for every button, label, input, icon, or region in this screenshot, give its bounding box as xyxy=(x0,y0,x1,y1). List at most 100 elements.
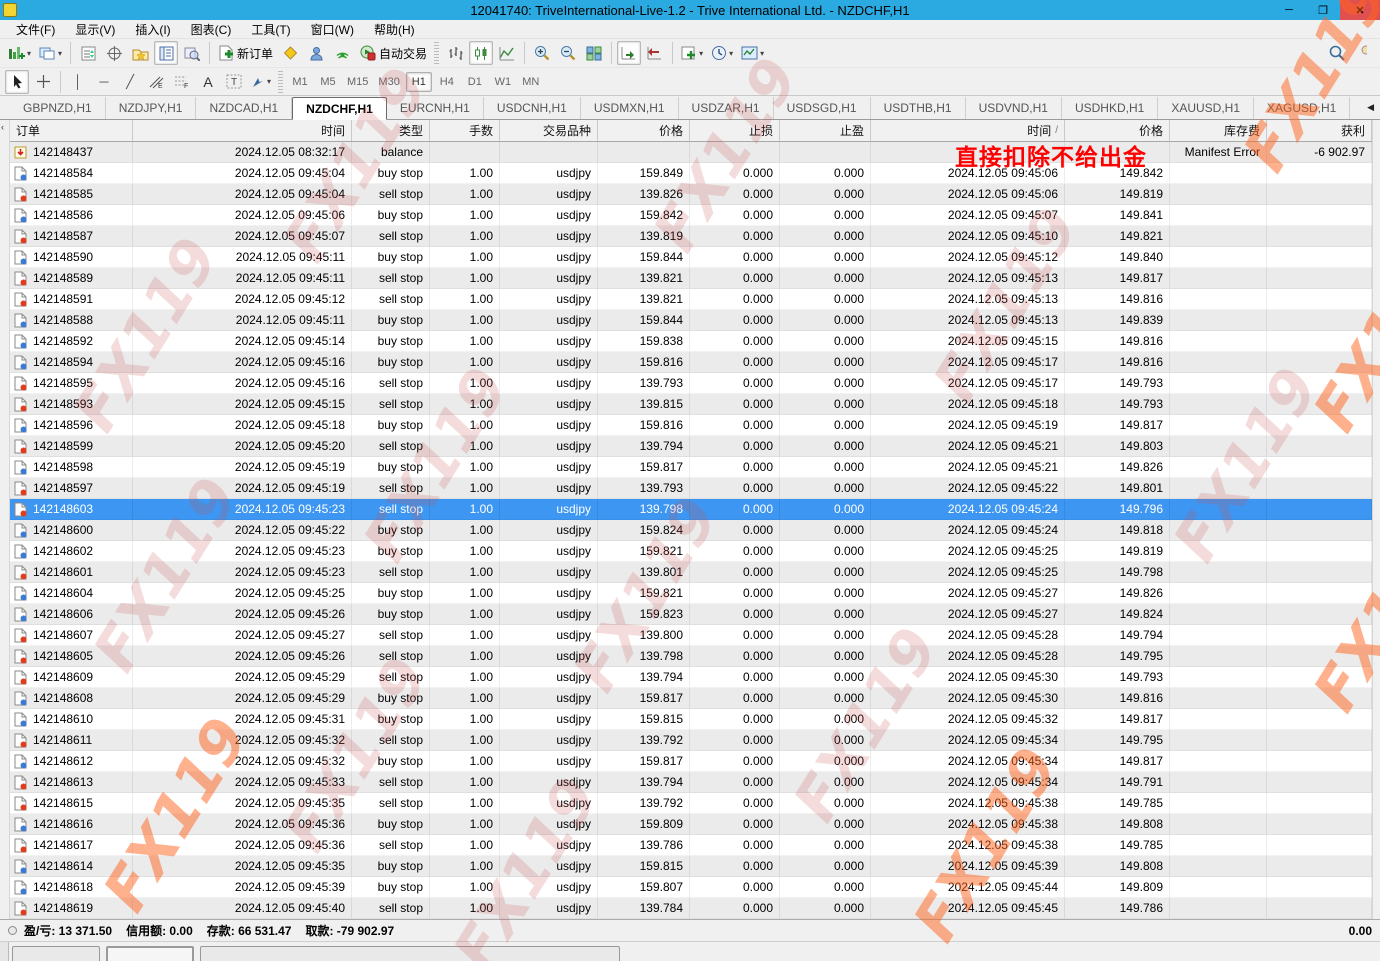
column-header-6[interactable]: 止损 xyxy=(690,120,780,141)
chart-tab-usdsgd-h1[interactable]: USDSGD,H1 xyxy=(774,97,871,119)
column-header-0[interactable]: 订单 xyxy=(10,120,133,141)
line-chart-button[interactable] xyxy=(495,41,519,65)
table-row[interactable]: 1421486052024.12.05 09:45:26sell stop1.0… xyxy=(10,646,1372,667)
menu-item[interactable]: 工具(T) xyxy=(241,19,300,40)
bottom-tab-group[interactable] xyxy=(200,946,620,961)
table-row[interactable]: 1421486152024.12.05 09:45:35sell stop1.0… xyxy=(10,793,1372,814)
table-row[interactable]: 1421485892024.12.05 09:45:11sell stop1.0… xyxy=(10,268,1372,289)
crosshair-button[interactable] xyxy=(31,70,55,94)
menu-item[interactable]: 插入(I) xyxy=(125,19,180,40)
tab-scroll-left-icon[interactable]: ◀ xyxy=(1367,102,1374,113)
table-row[interactable]: 1421486122024.12.05 09:45:32buy stop1.00… xyxy=(10,751,1372,772)
table-row[interactable]: 1421485942024.12.05 09:45:16buy stop1.00… xyxy=(10,352,1372,373)
column-header-11[interactable]: 获利 xyxy=(1267,120,1372,141)
column-header-2[interactable]: 类型 xyxy=(352,120,430,141)
equidistant-channel-button[interactable]: E xyxy=(144,70,168,94)
chart-tab-nzdcad-h1[interactable]: NZDCAD,H1 xyxy=(196,97,292,119)
table-row[interactable]: 1421485882024.12.05 09:45:11buy stop1.00… xyxy=(10,310,1372,331)
chart-tab-gbpnzd-h1[interactable]: GBPNZD,H1 xyxy=(10,97,106,119)
fibonacci-button[interactable]: F xyxy=(170,70,194,94)
maximize-button[interactable]: ❐ xyxy=(1306,0,1340,20)
tile-windows-button[interactable] xyxy=(582,41,606,65)
periods-button[interactable]: ▾ xyxy=(708,41,736,65)
table-row[interactable]: 1421485842024.12.05 09:45:04buy stop1.00… xyxy=(10,163,1372,184)
chart-tab-usdvnd-h1[interactable]: USDVND,H1 xyxy=(966,97,1062,119)
column-header-1[interactable]: 时间 xyxy=(133,120,352,141)
timeframe-button-m30[interactable]: M30 xyxy=(374,72,403,92)
column-header-5[interactable]: 价格 xyxy=(598,120,690,141)
table-row[interactable]: 1421485972024.12.05 09:45:19sell stop1.0… xyxy=(10,478,1372,499)
table-row[interactable]: 1421486082024.12.05 09:45:29buy stop1.00… xyxy=(10,688,1372,709)
search-button[interactable] xyxy=(1325,41,1349,65)
table-row[interactable]: 1421486062024.12.05 09:45:26buy stop1.00… xyxy=(10,604,1372,625)
table-row[interactable]: 1421486132024.12.05 09:45:33sell stop1.0… xyxy=(10,772,1372,793)
auto-scroll-button[interactable] xyxy=(617,41,641,65)
cursor-button[interactable] xyxy=(5,70,29,94)
column-header-3[interactable]: 手数 xyxy=(430,120,500,141)
close-button[interactable]: ✕ xyxy=(1340,0,1380,20)
chart-shift-button[interactable] xyxy=(643,41,667,65)
menu-item[interactable]: 显示(V) xyxy=(65,19,125,40)
table-row[interactable]: 1421485852024.12.05 09:45:04sell stop1.0… xyxy=(10,184,1372,205)
chart-tab-usdhkd-h1[interactable]: USDHKD,H1 xyxy=(1062,97,1158,119)
menu-item[interactable]: 图表(C) xyxy=(181,19,242,40)
timeframe-button-m1[interactable]: M1 xyxy=(287,72,313,92)
table-row-selected[interactable]: 1421486032024.12.05 09:45:23sell stop1.0… xyxy=(10,499,1372,520)
market-watch-button[interactable] xyxy=(76,41,100,65)
chart-tab-usdmxn-h1[interactable]: USDMXN,H1 xyxy=(581,97,679,119)
text-label-button[interactable]: T xyxy=(222,70,246,94)
minimize-button[interactable]: ─ xyxy=(1272,0,1306,20)
text-button[interactable]: A xyxy=(196,70,220,94)
bottom-tab-active[interactable] xyxy=(106,946,194,961)
profiles-button[interactable]: ▾ xyxy=(36,41,65,65)
menu-item[interactable]: 文件(F) xyxy=(6,19,65,40)
new-chart-button[interactable]: ▾ xyxy=(5,41,34,65)
chart-tab-xauusd-h1[interactable]: XAUUSD,H1 xyxy=(1158,97,1254,119)
table-row[interactable]: 1421486002024.12.05 09:45:22buy stop1.00… xyxy=(10,520,1372,541)
table-row[interactable]: 1421486022024.12.05 09:45:23buy stop1.00… xyxy=(10,541,1372,562)
trendline-button[interactable]: ╱ xyxy=(118,70,142,94)
table-row[interactable]: 1421486142024.12.05 09:45:35buy stop1.00… xyxy=(10,856,1372,877)
timeframe-button-m5[interactable]: M5 xyxy=(315,72,341,92)
horizontal-line-button[interactable]: ─ xyxy=(92,70,116,94)
table-row[interactable]: 1421486012024.12.05 09:45:23sell stop1.0… xyxy=(10,562,1372,583)
terminal-button[interactable] xyxy=(154,41,178,65)
timeframe-button-w1[interactable]: W1 xyxy=(490,72,516,92)
bottom-tab[interactable] xyxy=(12,946,100,961)
menu-item[interactable]: 窗口(W) xyxy=(301,19,364,40)
data-window-button[interactable] xyxy=(102,41,126,65)
table-row[interactable]: 1421486112024.12.05 09:45:32sell stop1.0… xyxy=(10,730,1372,751)
table-row[interactable]: 1421486102024.12.05 09:45:31buy stop1.00… xyxy=(10,709,1372,730)
chart-tab-usdzar-h1[interactable]: USDZAR,H1 xyxy=(679,97,774,119)
timeframe-button-d1[interactable]: D1 xyxy=(462,72,488,92)
table-row[interactable]: 1421486182024.12.05 09:45:39buy stop1.00… xyxy=(10,877,1372,898)
table-row[interactable]: 1421486042024.12.05 09:45:25buy stop1.00… xyxy=(10,583,1372,604)
timeframe-button-h4[interactable]: H4 xyxy=(434,72,460,92)
candlestick-chart-button[interactable] xyxy=(469,41,493,65)
timeframe-button-mn[interactable]: MN xyxy=(518,72,544,92)
table-row[interactable]: 1421485932024.12.05 09:45:15sell stop1.0… xyxy=(10,394,1372,415)
signals-button[interactable] xyxy=(330,41,354,65)
menu-item[interactable]: 帮助(H) xyxy=(364,19,425,40)
table-row[interactable]: 1421486162024.12.05 09:45:36buy stop1.00… xyxy=(10,814,1372,835)
table-row[interactable]: 1421485862024.12.05 09:45:06buy stop1.00… xyxy=(10,205,1372,226)
column-header-9[interactable]: 价格 xyxy=(1065,120,1170,141)
table-row[interactable]: 1421485922024.12.05 09:45:14buy stop1.00… xyxy=(10,331,1372,352)
table-row[interactable]: 1421485952024.12.05 09:45:16sell stop1.0… xyxy=(10,373,1372,394)
strategy-tester-button[interactable] xyxy=(180,41,204,65)
table-row[interactable]: 1421485992024.12.05 09:45:20sell stop1.0… xyxy=(10,436,1372,457)
indicators-button[interactable]: ▾ xyxy=(678,41,706,65)
table-row[interactable]: 1421486092024.12.05 09:45:29sell stop1.0… xyxy=(10,667,1372,688)
chart-tab-eurcnh-h1[interactable]: EURCNH,H1 xyxy=(387,97,484,119)
column-header-4[interactable]: 交易品种 xyxy=(500,120,598,141)
templates-button[interactable]: ▾ xyxy=(738,41,767,65)
navigator-button[interactable] xyxy=(128,41,152,65)
column-header-7[interactable]: 止盈 xyxy=(780,120,871,141)
table-row[interactable]: 1421486172024.12.05 09:45:36sell stop1.0… xyxy=(10,835,1372,856)
autotrading-button[interactable]: 自动交易 xyxy=(356,41,430,65)
table-row[interactable]: 1421485962024.12.05 09:45:18buy stop1.00… xyxy=(10,415,1372,436)
publisher-button[interactable] xyxy=(304,41,328,65)
timeframe-button-m15[interactable]: M15 xyxy=(343,72,372,92)
zoom-out-button[interactable] xyxy=(556,41,580,65)
chart-tab-usdthb-h1[interactable]: USDTHB,H1 xyxy=(871,97,966,119)
